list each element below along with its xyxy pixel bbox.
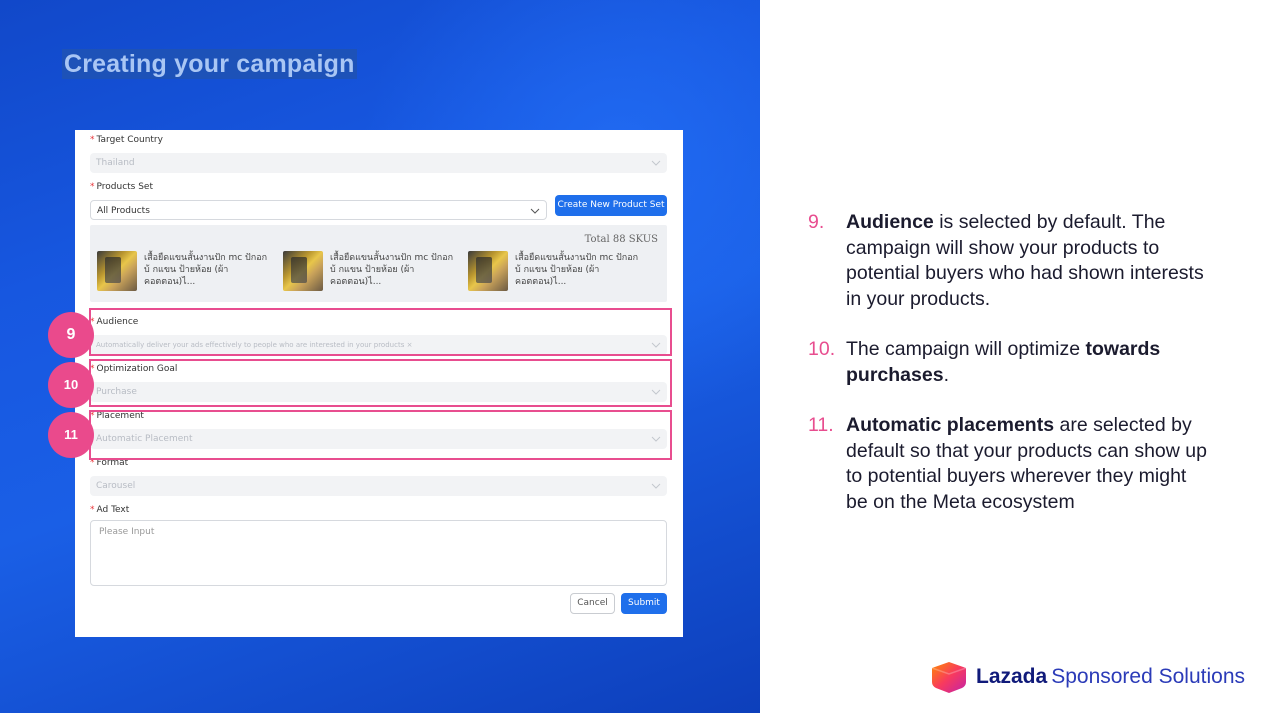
audience-highlight	[89, 308, 672, 356]
ad-text-input[interactable]: Please Input	[90, 520, 667, 586]
brand-word-sponsored: Sponsored Solutions	[1051, 665, 1246, 688]
step-number: 11.	[808, 414, 834, 436]
chevron-down-icon	[651, 483, 661, 489]
target-country-label: * Target Country	[90, 135, 163, 145]
product-thumbnail	[283, 251, 323, 291]
required-mark: *	[90, 505, 95, 515]
cancel-button[interactable]: Cancel	[570, 593, 615, 614]
step-number: 10.	[808, 338, 836, 360]
chevron-down-icon	[530, 208, 540, 214]
product-preview-panel: Total 88 SKUS เสื้อยืดแขนสั้นงานปัก mc ป…	[90, 225, 667, 302]
products-set-label: * Products Set	[90, 182, 154, 192]
total-skus: Total 88 SKUS	[584, 234, 658, 245]
required-mark: *	[90, 182, 95, 192]
submit-button[interactable]: Submit	[621, 593, 667, 614]
required-mark: *	[90, 135, 95, 145]
format-select[interactable]: Carousel	[90, 476, 667, 496]
step-number: 9.	[808, 211, 825, 233]
product-card[interactable]: เสื้อยืดแขนสั้นงานปัก mc ปักอก บ้ กแขน ป…	[468, 251, 648, 291]
create-product-set-button[interactable]: Create New Product Set	[555, 195, 667, 216]
ad-text-field: * Ad Text Please Input	[90, 504, 667, 586]
step-item: 11. Automatic placements are selected by…	[808, 414, 1207, 513]
slide-title: Creating your campaign	[62, 49, 357, 79]
product-card[interactable]: เสื้อยืดแขนสั้นงานปัก mc ปักอก บ้ กแขน ป…	[283, 251, 463, 291]
callout-badge-9: 9	[48, 312, 94, 358]
placement-highlight	[89, 410, 672, 460]
left-panel: Creating your campaign * Target Country T…	[0, 0, 760, 713]
callout-badge-11: 11	[48, 412, 94, 458]
brand-word-lazada: Lazada	[976, 665, 1048, 688]
callout-badge-10: 10	[48, 362, 94, 408]
step-item: 10. The campaign will optimize towards p…	[808, 338, 1161, 386]
step-item: 9. Audience is selected by default. The …	[808, 211, 1204, 310]
optimization-goal-highlight	[89, 359, 672, 407]
product-name: เสื้อยืดแขนสั้นงานปัก mc ปักอก บ้ กแขน ป…	[330, 253, 454, 287]
ad-text-label: * Ad Text	[90, 505, 130, 515]
product-thumbnail	[468, 251, 508, 291]
target-country-field: * Target Country Thailand	[90, 134, 667, 173]
product-thumbnail	[97, 251, 137, 291]
target-country-select[interactable]: Thailand	[90, 153, 667, 173]
product-name: เสื้อยืดแขนสั้นงานปัก mc ปักอก บ้ กแขน ป…	[144, 253, 268, 287]
products-set-field: * Products Set All Products Create New Pr…	[90, 181, 667, 220]
lazada-heart-icon	[931, 662, 967, 693]
chevron-down-icon	[651, 160, 661, 166]
products-set-select[interactable]: All Products	[90, 200, 547, 220]
brand-logo: Lazada Sponsored Solutions	[930, 660, 1245, 694]
format-field: * Format Carousel	[90, 457, 667, 496]
steps-list: 9. Audience is selected by default. The …	[808, 210, 1208, 515]
product-name: เสื้อยืดแขนสั้นงานปัก mc ปักอก บ้ กแขน ป…	[515, 253, 639, 287]
product-card[interactable]: เสื้อยืดแขนสั้นงานปัก mc ปักอก บ้ กแขน ป…	[97, 251, 277, 291]
